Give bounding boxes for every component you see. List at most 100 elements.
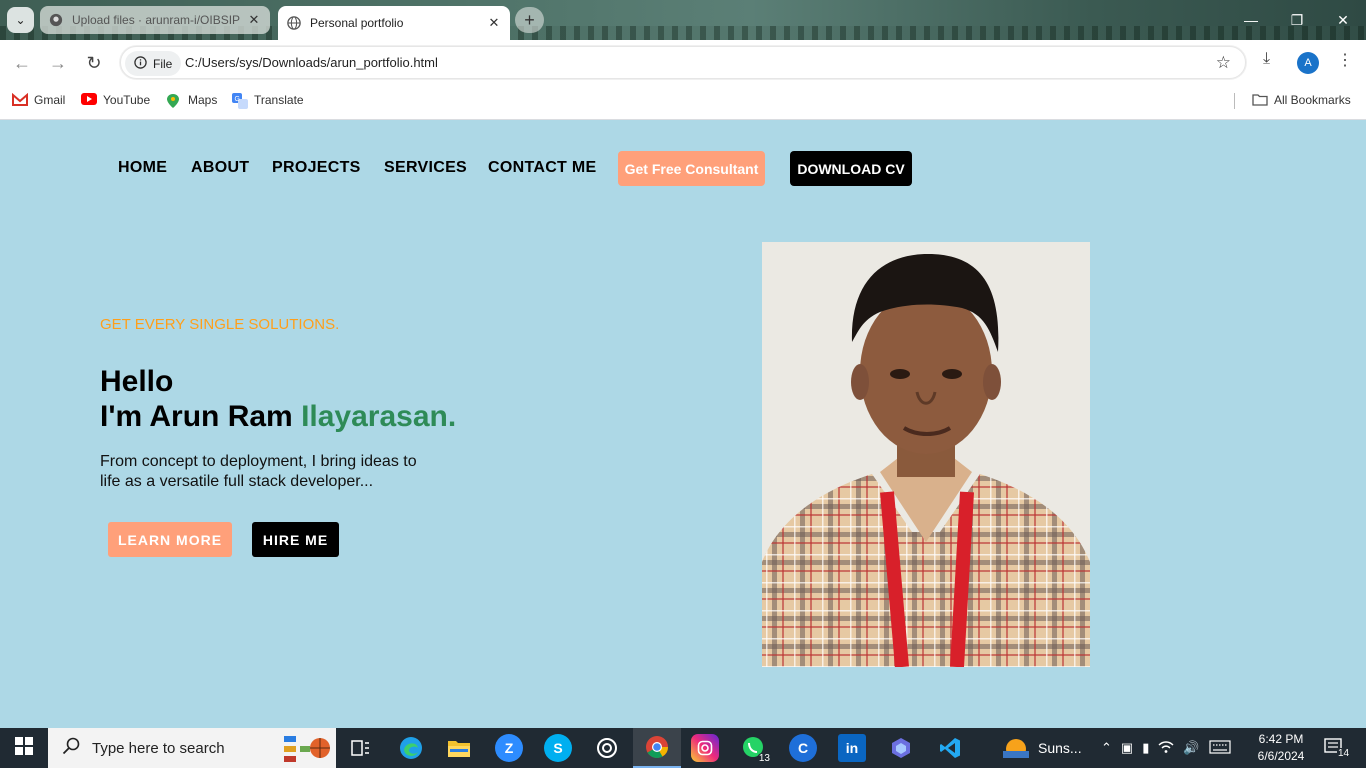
search-placeholder: Type here to search bbox=[92, 739, 225, 757]
task-view-icon[interactable] bbox=[346, 734, 374, 762]
download-cv-button[interactable]: DOWNLOAD CV bbox=[790, 151, 912, 186]
bookmark-star-icon[interactable]: ☆ bbox=[1216, 53, 1231, 73]
whatsapp-icon[interactable]: 13 bbox=[740, 734, 772, 764]
instagram-icon[interactable] bbox=[691, 734, 719, 762]
close-icon[interactable]: ✕ bbox=[486, 15, 502, 31]
meet-now-icon[interactable]: ▣ bbox=[1121, 740, 1133, 756]
bookmark-label: YouTube bbox=[103, 93, 151, 107]
weather-label: Suns... bbox=[1038, 740, 1082, 756]
start-button[interactable] bbox=[0, 728, 48, 768]
close-window-button[interactable]: ✕ bbox=[1320, 8, 1366, 32]
globe-icon bbox=[286, 15, 302, 31]
bookmark-label: Gmail bbox=[34, 93, 66, 107]
all-bookmarks[interactable]: All Bookmarks bbox=[1252, 93, 1351, 107]
name-line: I'm Arun Ram Ilayarasan. bbox=[100, 399, 456, 434]
github-icon bbox=[48, 12, 64, 28]
chrome-icon[interactable] bbox=[633, 728, 681, 768]
maps-icon bbox=[166, 93, 182, 108]
system-tray: ⌃ ▣ ▮ 🔊 bbox=[1101, 728, 1231, 768]
back-button[interactable]: ← bbox=[8, 49, 36, 77]
tab-upload-files[interactable]: Upload files · arunram-i/OIBSIP ✕ bbox=[40, 6, 270, 34]
file-label: File bbox=[153, 56, 173, 71]
nav-about[interactable]: ABOUT bbox=[191, 159, 249, 177]
url-text: C:/Users/sys/Downloads/arun_portfolio.ht… bbox=[185, 55, 438, 70]
battery-icon[interactable]: ▮ bbox=[1142, 740, 1149, 756]
nav-home[interactable]: HOME bbox=[118, 159, 167, 177]
nav-services[interactable]: SERVICES bbox=[384, 159, 467, 177]
edge-icon[interactable] bbox=[397, 734, 425, 762]
name-accent: Ilayarasan. bbox=[301, 400, 457, 433]
new-tab-button[interactable]: + bbox=[515, 7, 544, 33]
tab-strip: ⌄ Upload files · arunram-i/OIBSIP ✕ Pers… bbox=[0, 0, 1366, 40]
nav-projects[interactable]: PROJECTS bbox=[272, 159, 361, 177]
copilot-icon[interactable] bbox=[887, 734, 915, 762]
all-bookmarks-label: All Bookmarks bbox=[1274, 93, 1351, 107]
menu-icon[interactable]: ⋮ bbox=[1337, 50, 1353, 70]
bookmarks-bar: Gmail YouTube Maps G Translate All Bookm… bbox=[0, 85, 1366, 120]
taskbar-search-box[interactable]: Type here to search bbox=[48, 728, 336, 768]
tab-title: Personal portfolio bbox=[310, 16, 404, 30]
bookmark-maps[interactable]: Maps bbox=[166, 93, 218, 108]
wifi-icon[interactable] bbox=[1158, 740, 1174, 757]
tagline: GET EVERY SINGLE SOLUTIONS. bbox=[100, 316, 340, 333]
search-icon bbox=[62, 737, 80, 759]
skype-icon[interactable]: S bbox=[544, 734, 572, 762]
portfolio-page: HOME ABOUT PROJECTS SERVICES CONTACT ME … bbox=[0, 121, 1366, 728]
clock-date: 6/6/2024 bbox=[1257, 749, 1305, 763]
notifications-button[interactable]: 14 bbox=[1324, 728, 1351, 768]
svg-text:G: G bbox=[235, 96, 240, 103]
bookmark-youtube[interactable]: YouTube bbox=[81, 93, 150, 107]
hire-me-button[interactable]: HIRE ME bbox=[252, 522, 339, 557]
site-info-chip[interactable]: File bbox=[125, 51, 182, 76]
bookmark-translate[interactable]: G Translate bbox=[232, 93, 304, 109]
bookmark-label: Translate bbox=[254, 93, 304, 107]
intro-text: From concept to deployment, I bring idea… bbox=[100, 453, 417, 490]
nav-contact[interactable]: CONTACT ME bbox=[488, 159, 596, 177]
folder-icon bbox=[1252, 93, 1268, 107]
youtube-icon bbox=[81, 93, 97, 107]
hello-text: Hello bbox=[100, 365, 174, 398]
name-prefix: I'm Arun Ram bbox=[100, 400, 302, 433]
close-icon[interactable]: ✕ bbox=[246, 12, 262, 28]
info-icon bbox=[134, 55, 147, 72]
divider bbox=[1234, 93, 1235, 109]
whatsapp-badge: 13 bbox=[756, 753, 772, 764]
search-highlight-icon bbox=[282, 732, 330, 764]
chevron-down-icon: ⌄ bbox=[15, 13, 26, 27]
learn-more-button[interactable]: LEARN MORE bbox=[108, 522, 232, 557]
weather-widget[interactable]: Suns... bbox=[1003, 728, 1082, 768]
hero-heading: Hello I'm Arun Ram Ilayarasan. bbox=[100, 364, 456, 434]
bookmark-label: Maps bbox=[188, 93, 218, 107]
forward-button[interactable]: → bbox=[44, 49, 72, 77]
minimize-button[interactable]: — bbox=[1228, 8, 1274, 32]
translate-icon: G bbox=[232, 93, 248, 109]
bookmark-gmail[interactable]: Gmail bbox=[12, 92, 66, 107]
tab-title: Upload files · arunram-i/OIBSIP bbox=[72, 13, 241, 27]
download-icon[interactable]: ⤓ bbox=[1263, 50, 1270, 68]
profile-avatar[interactable]: A bbox=[1297, 52, 1319, 74]
gmail-icon bbox=[12, 92, 28, 107]
free-consultant-button[interactable]: Get Free Consultant bbox=[618, 151, 765, 186]
reload-button[interactable]: ↻ bbox=[80, 49, 108, 77]
windows-taskbar: Type here to search Z S 13 C in Suns... … bbox=[0, 728, 1366, 768]
clock[interactable]: 6:42 PM 6/6/2024 bbox=[1250, 731, 1312, 765]
browser-toolbar: ← → ↻ File C:/Users/sys/Downloads/arun_p… bbox=[0, 40, 1366, 85]
restore-button[interactable]: ❐ bbox=[1274, 8, 1320, 32]
chevron-up-icon[interactable]: ⌃ bbox=[1101, 740, 1112, 756]
sunset-icon bbox=[1003, 736, 1029, 761]
windows-icon bbox=[15, 736, 33, 760]
profile-photo bbox=[762, 242, 1090, 667]
vscode-icon[interactable] bbox=[936, 734, 964, 762]
keyboard-icon[interactable] bbox=[1208, 739, 1231, 757]
chatgpt-icon[interactable] bbox=[593, 734, 621, 762]
canva-icon[interactable]: C bbox=[789, 734, 817, 762]
tab-search-button[interactable]: ⌄ bbox=[7, 7, 34, 33]
zoom-icon[interactable]: Z bbox=[495, 734, 523, 762]
volume-icon[interactable]: 🔊 bbox=[1183, 740, 1199, 756]
clock-time: 6:42 PM bbox=[1258, 732, 1304, 746]
file-explorer-icon[interactable] bbox=[445, 734, 473, 762]
linkedin-icon[interactable]: in bbox=[838, 734, 866, 762]
tab-personal-portfolio[interactable]: Personal portfolio ✕ bbox=[278, 6, 510, 40]
address-bar[interactable]: File C:/Users/sys/Downloads/arun_portfol… bbox=[120, 46, 1246, 79]
notification-count: 14 bbox=[1337, 747, 1351, 759]
